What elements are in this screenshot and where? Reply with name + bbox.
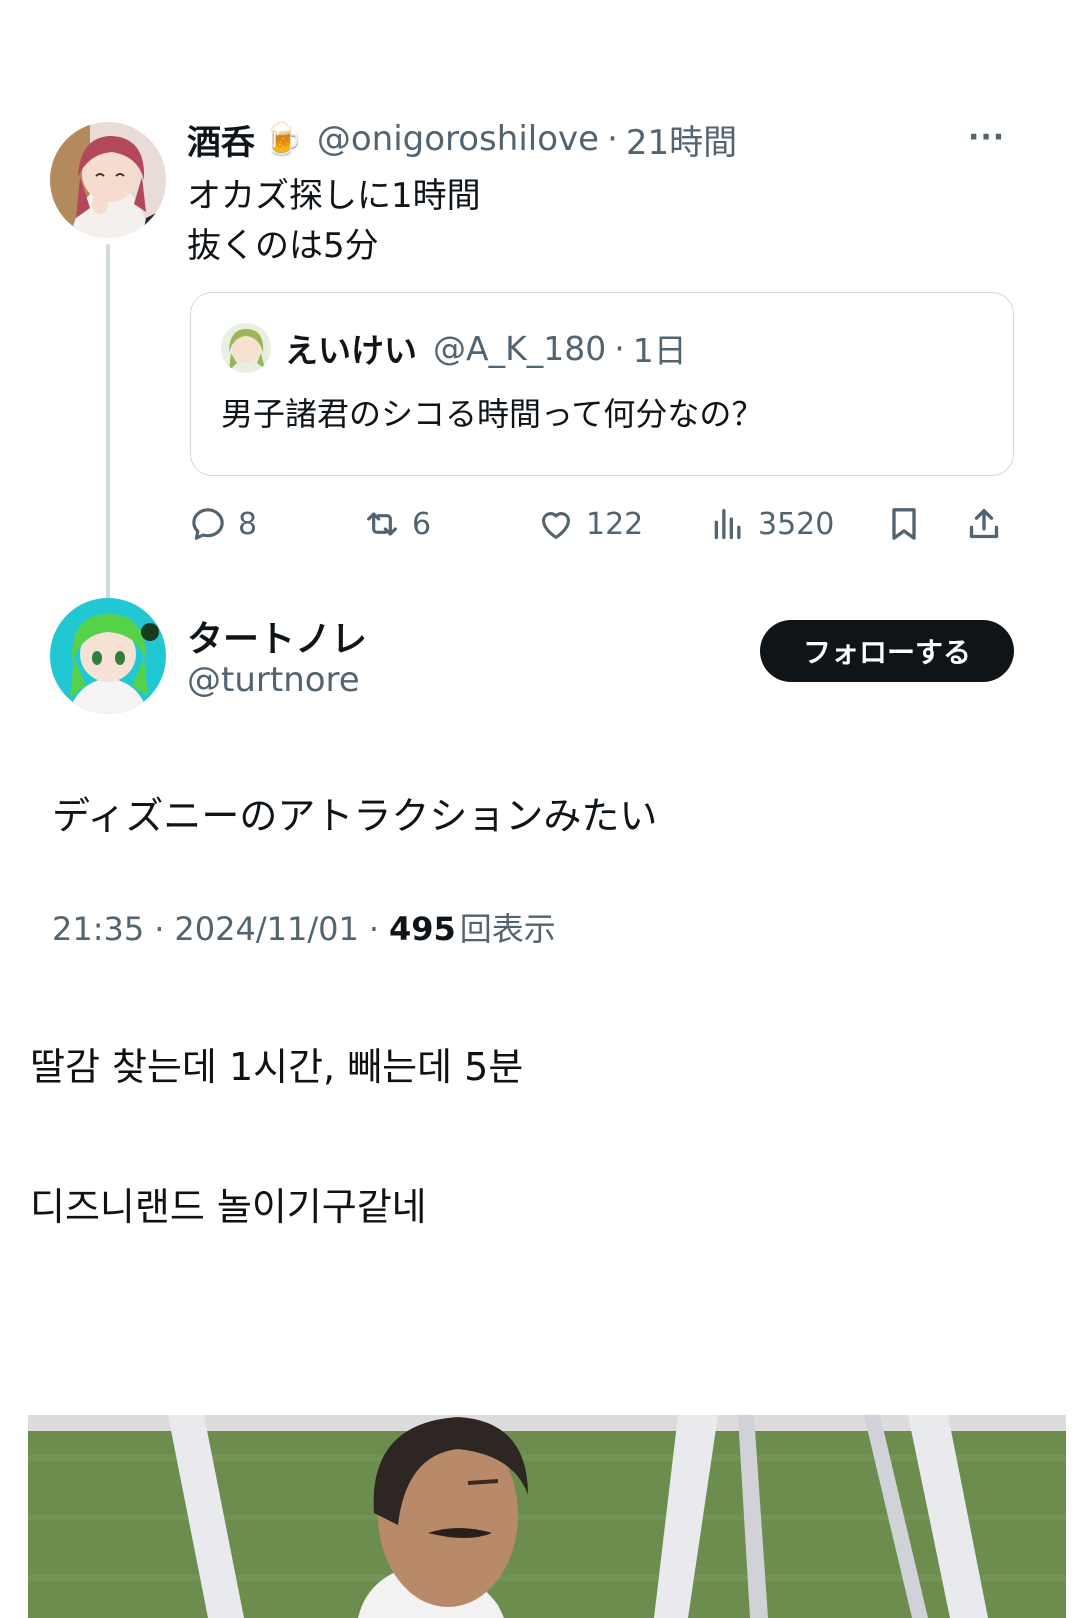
like-button[interactable]: 122 [536,500,643,548]
tweet2-time[interactable]: 21:35 [52,910,144,948]
meme-image [28,1415,1066,1618]
tweet1-text-line-1: オカズ探しに1時間 [187,176,481,216]
tweet1-header: 酒呑 🍺 @onigoroshilove · 21時間 [187,115,737,164]
share-icon [969,509,999,539]
avatar-green-hair-girl-image [50,598,166,714]
tweet2-text: ディズニーのアトラクションみたい [52,794,658,838]
quote-handle: @A_K_180 [433,328,607,368]
tweet2-view-count: 495 [389,910,456,948]
beer-mug-icon: 🍺 [263,120,303,158]
retweet-icon [367,512,397,536]
avatar-turtnore[interactable] [50,598,166,714]
follow-button[interactable]: フォローする [760,620,1014,682]
quote-display-name: えいけい [285,331,417,370]
meta-separator-1: · [154,910,165,948]
quote-header: えいけい @A_K_180 · 1日 [285,325,687,371]
post-text-line-1: 딸감 찾는데 1시간, 빼는데 5분 [30,1045,524,1089]
avatar-anime-girl-image [50,122,166,238]
views-button[interactable]: 3520 [708,500,834,548]
tweet1-text-line-2: 抜くのは5分 [187,226,379,266]
retweet-count: 6 [412,506,432,542]
reply-button[interactable]: 8 [188,500,257,548]
thread-connector-line [106,244,110,604]
like-count: 122 [586,506,644,542]
tweet1-handle[interactable]: @onigoroshilove [317,119,599,159]
tweet2-handle[interactable]: @turtnore [187,660,360,700]
tweet1-separator: · [607,119,618,159]
tweet2-date[interactable]: 2024/11/01 [174,910,358,948]
views-count: 3520 [758,506,835,542]
avatar-green-hair-image [221,323,271,373]
tweet2-meta: 21:35 · 2024/11/01 · 495 回表示 [52,904,556,950]
waiting-man-meme-image [28,1415,1066,1618]
reply-count: 8 [238,506,258,542]
post-text-line-2: 디즈니랜드 놀이기구같네 [30,1185,427,1229]
quote-time: 1日 [632,331,687,370]
bookmark-icon [892,508,916,540]
analytics-icon [714,509,741,539]
quote-separator: · [614,328,625,368]
bookmark-button[interactable] [884,500,924,548]
heart-icon [541,512,571,539]
quoted-tweet-card[interactable]: えいけい @A_K_180 · 1日 男子諸君のシコる時間って何分なの？ [190,292,1014,476]
tweet2-view-label: 回表示 [459,910,556,948]
retweet-button[interactable]: 6 [362,500,431,548]
tweet1-time[interactable]: 21時間 [626,115,737,164]
meta-separator-2: · [368,910,379,948]
more-options-icon[interactable]: ··· [968,120,1005,155]
avatar-onigoroshilove[interactable] [50,122,166,238]
quote-text: 男子諸君のシコる時間って何分なの？ [221,395,764,433]
reply-icon [192,508,224,540]
tweet1-display-name[interactable]: 酒呑 [187,115,255,164]
avatar-A_K_180 [221,323,271,373]
tweet2-display-name[interactable]: タートノレ [187,610,367,662]
share-button[interactable] [964,500,1004,548]
